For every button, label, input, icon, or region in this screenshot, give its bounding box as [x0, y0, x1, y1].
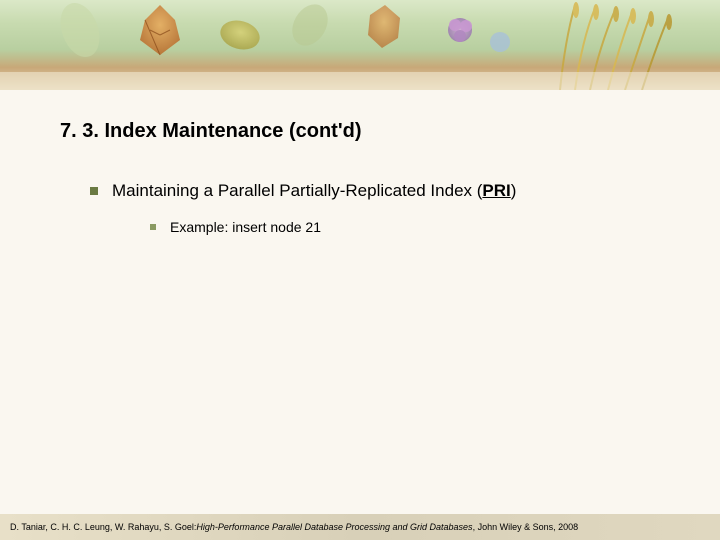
square-bullet-icon	[90, 187, 98, 195]
footer-authors: D. Taniar, C. H. C. Leung, W. Rahayu, S.…	[10, 522, 196, 532]
bullet-level-1: Maintaining a Parallel Partially-Replica…	[90, 181, 660, 201]
slide-content: 7. 3. Index Maintenance (cont'd) Maintai…	[0, 90, 720, 235]
bullet1-suffix: )	[511, 181, 517, 200]
square-bullet-small-icon	[150, 224, 156, 230]
slide-title: 7. 3. Index Maintenance (cont'd)	[60, 120, 660, 143]
bullet1-text: Maintaining a Parallel Partially-Replica…	[112, 181, 516, 201]
slide-footer: D. Taniar, C. H. C. Leung, W. Rahayu, S.…	[0, 514, 720, 540]
decorative-banner	[0, 0, 720, 90]
bullet1-acronym: PRI	[482, 181, 510, 200]
bullet2-text: Example: insert node 21	[170, 219, 321, 235]
footer-book-title: High-Performance Parallel Database Proce…	[196, 522, 472, 532]
bullet1-prefix: Maintaining a Parallel Partially-Replica…	[112, 181, 482, 200]
bullet-level-2: Example: insert node 21	[150, 219, 660, 235]
banner-svg	[0, 0, 720, 90]
footer-publisher: , John Wiley & Sons, 2008	[473, 522, 579, 532]
